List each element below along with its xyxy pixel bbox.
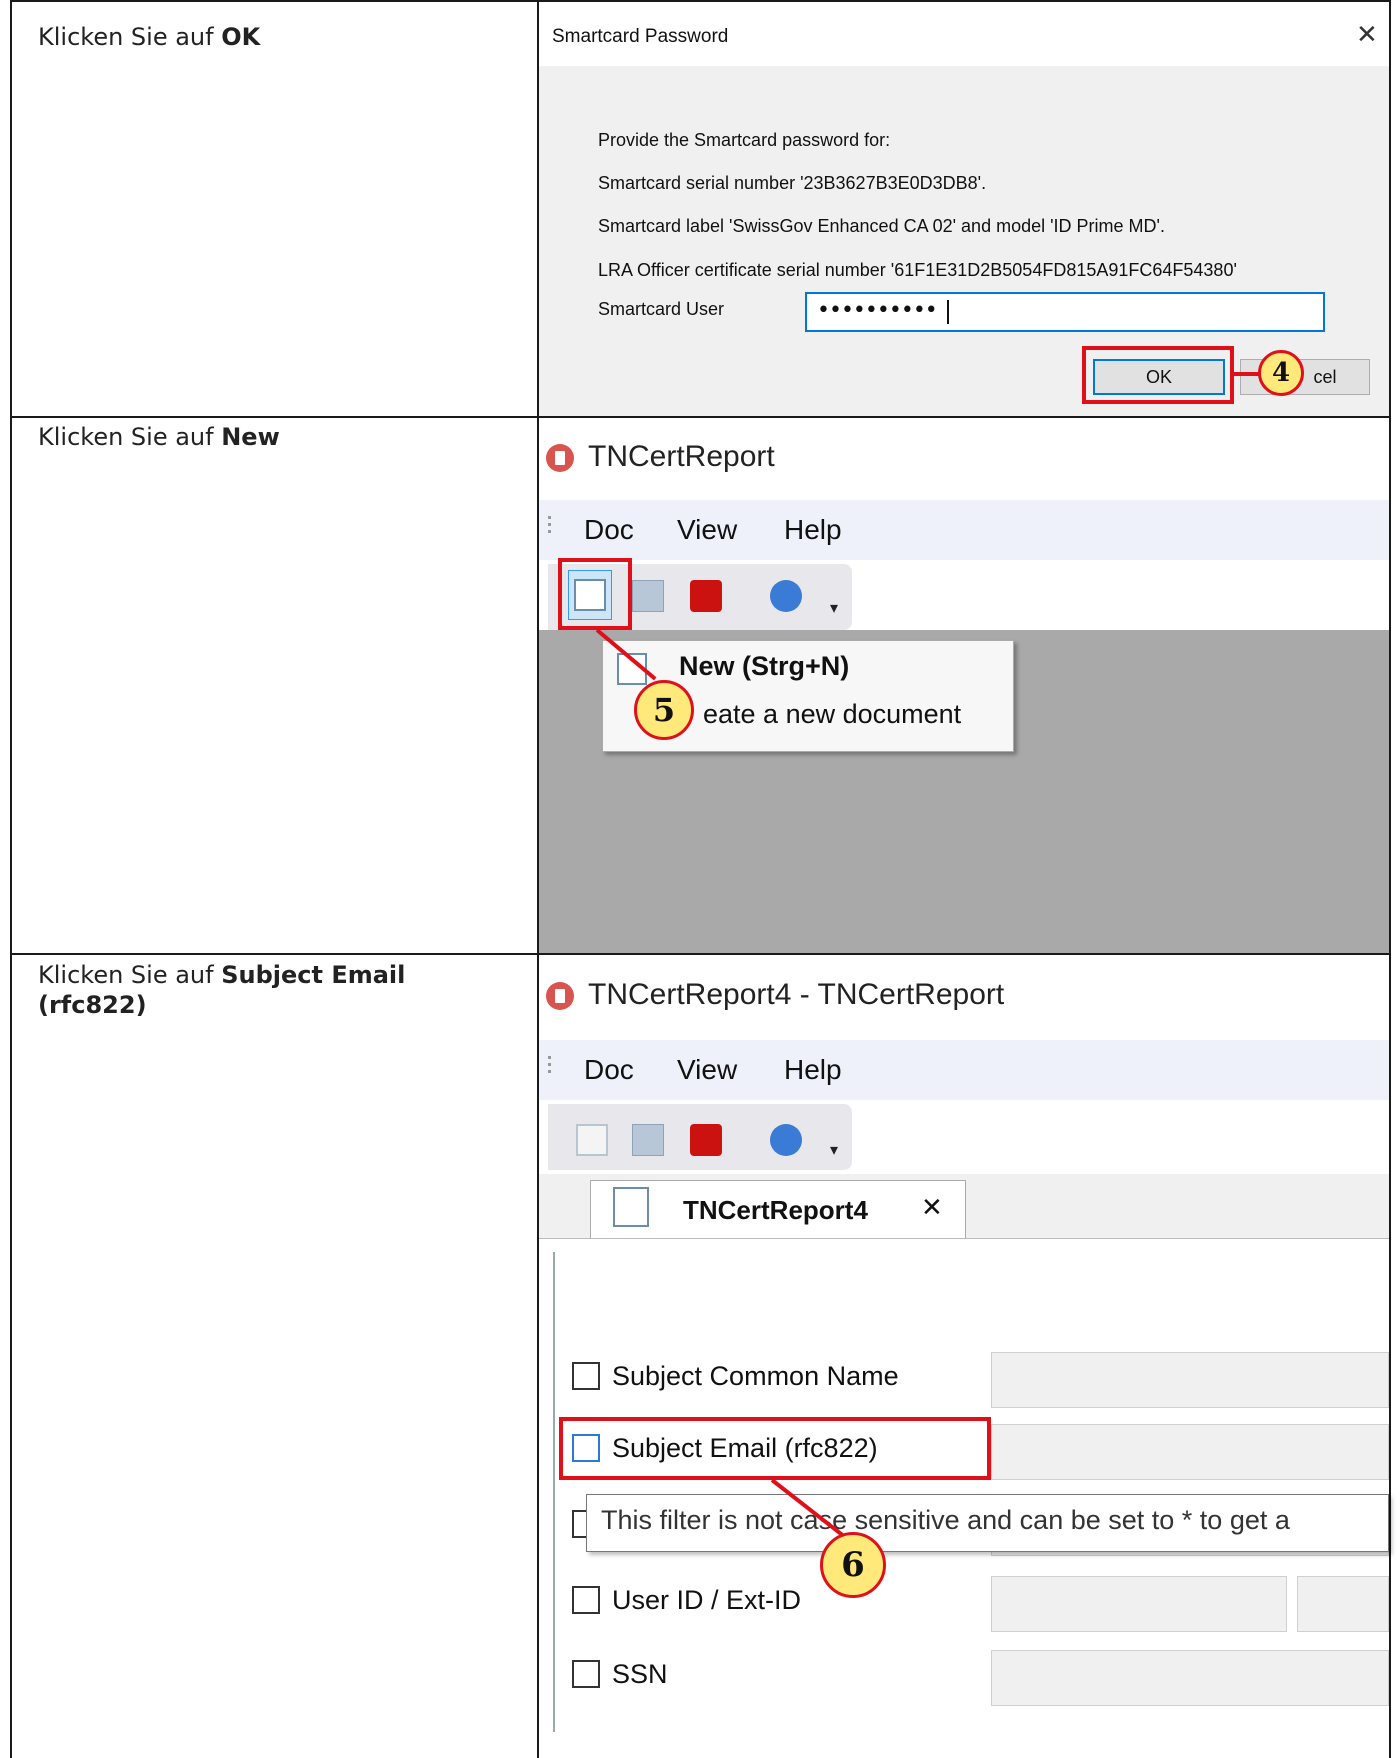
menu-help[interactable]: Help	[784, 514, 842, 546]
tooltip-description: eate a new document	[703, 699, 962, 729]
dialog-label-model: Smartcard label 'SwissGov Enhanced CA 02…	[598, 216, 1165, 236]
login-arrow-icon-2[interactable]	[632, 1124, 664, 1156]
menubar-1	[539, 500, 1389, 560]
shutdown-icon-2[interactable]	[690, 1124, 722, 1156]
subject-email-highlight-box	[559, 1417, 991, 1480]
smartcard-dialog	[539, 2, 1389, 416]
text-caret	[947, 300, 949, 324]
help-icon-2[interactable]	[770, 1124, 802, 1156]
app-title-1: TNCertReport	[588, 440, 775, 473]
menu-doc-2[interactable]: Doc	[584, 1054, 634, 1086]
tab-label: TNCertReport4	[683, 1195, 868, 1225]
filter-tooltip: This filter is not case sensitive and ca…	[586, 1494, 1389, 1552]
step-instruction-ok: Klicken Sie auf OK	[38, 23, 261, 51]
tooltip-title: New (Strg+N)	[679, 651, 850, 681]
menu-view[interactable]: View	[677, 514, 737, 546]
dialog-title: Smartcard Password	[552, 26, 729, 47]
toolbar-overflow-icon-2[interactable]: ▾	[830, 1140, 838, 1159]
dialog-certificate-serial: LRA Officer certificate serial number '6…	[598, 260, 1237, 280]
subject-common-name-checkbox[interactable]	[572, 1362, 600, 1390]
ssn-label: SSN	[612, 1659, 668, 1689]
user-id-input[interactable]	[991, 1576, 1287, 1632]
table-border-left	[10, 0, 12, 1758]
filter-tooltip-text: This filter is not case sensitive and ca…	[601, 1505, 1290, 1535]
tab-tncertreport4[interactable]: TNCertReport4 ✕	[590, 1180, 966, 1238]
toolbar-overflow-icon[interactable]: ▾	[830, 598, 838, 617]
smartcard-user-label: Smartcard User	[598, 299, 725, 319]
step-callout-6: 6	[820, 1532, 886, 1598]
ok-highlight-box	[1082, 346, 1234, 404]
user-id-checkbox[interactable]	[572, 1586, 600, 1614]
ssn-checkbox[interactable]	[572, 1660, 600, 1688]
step-instruction-subject-email: Klicken Sie auf Subject Email (rfc822)	[38, 961, 406, 1019]
app-logo-icon-2	[546, 982, 574, 1010]
new-button-highlight-box	[558, 558, 632, 630]
tab-close-icon[interactable]: ✕	[921, 1193, 943, 1223]
login-arrow-icon[interactable]	[632, 580, 664, 612]
table-border-right	[1389, 0, 1391, 1758]
close-icon[interactable]: ✕	[1356, 20, 1378, 50]
new-document-icon-disabled[interactable]	[576, 1124, 608, 1156]
password-value: ••••••••••	[817, 298, 938, 323]
shutdown-icon[interactable]	[690, 580, 722, 612]
ext-id-input[interactable]	[1297, 1576, 1389, 1632]
menubar-grip-1	[548, 516, 552, 537]
step-callout-5: 5	[634, 680, 694, 740]
menu-help-2[interactable]: Help	[784, 1054, 842, 1086]
menubar-2	[539, 1040, 1389, 1100]
app-title-2: TNCertReport4 - TNCertReport	[588, 978, 1005, 1011]
tab-doc-icon	[613, 1187, 649, 1227]
app-logo-icon	[546, 444, 574, 472]
menu-view-2[interactable]: View	[677, 1054, 737, 1086]
dialog-prompt: Provide the Smartcard password for:	[598, 130, 891, 150]
user-id-label: User ID / Ext-ID	[612, 1585, 802, 1615]
subject-common-name-input[interactable]	[991, 1352, 1389, 1408]
subject-common-name-label: Subject Common Name	[612, 1361, 899, 1391]
menubar-grip-2	[548, 1056, 552, 1077]
help-icon[interactable]	[770, 580, 802, 612]
step-callout-4: 4	[1258, 350, 1304, 396]
password-field[interactable]: ••••••••••	[805, 292, 1325, 332]
dialog-serial-number: Smartcard serial number '23B3627B3E0D3DB…	[598, 173, 987, 193]
menu-doc[interactable]: Doc	[584, 514, 634, 546]
ssn-input[interactable]	[991, 1650, 1389, 1706]
step-instruction-new: Klicken Sie auf New	[38, 423, 280, 451]
subject-email-input[interactable]	[991, 1424, 1389, 1480]
